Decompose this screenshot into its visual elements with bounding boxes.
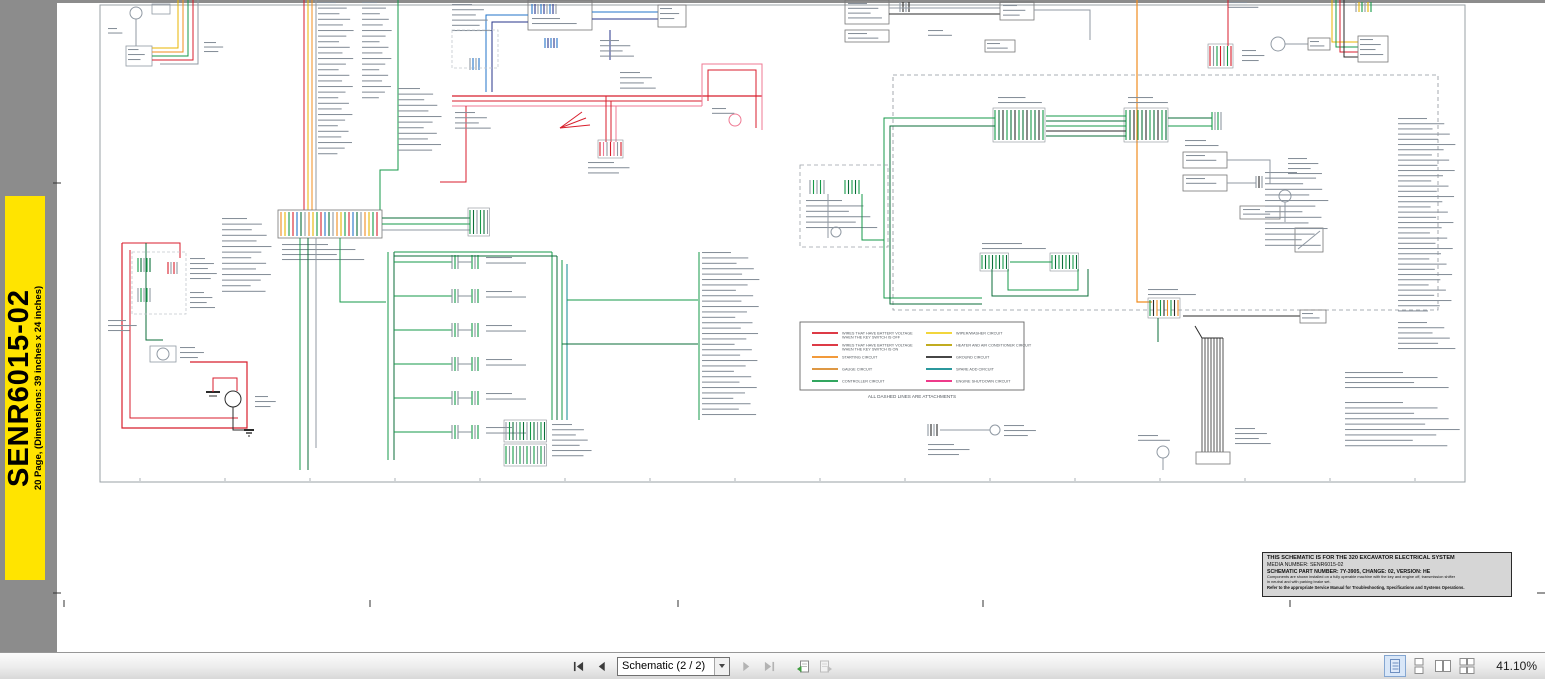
two-page-view-button[interactable] bbox=[1432, 655, 1454, 677]
previous-view-icon bbox=[797, 660, 809, 672]
document-canvas: WIRES THAT HAVE BATTERY VOLTAGE WHEN THE … bbox=[0, 0, 1545, 652]
info-title: THIS SCHEMATIC IS FOR THE 320 EXCAVATOR … bbox=[1267, 555, 1455, 561]
last-page-button[interactable] bbox=[759, 656, 779, 676]
first-page-icon bbox=[573, 661, 583, 671]
page-select-dropdown[interactable]: Schematic (2 / 2) bbox=[617, 656, 730, 676]
info-refer-note: Refer to the appropriate Service Manual … bbox=[1267, 585, 1465, 590]
info-media-number: MEDIA NUMBER: SENR6015-02 bbox=[1267, 562, 1344, 568]
next-view-button[interactable] bbox=[816, 656, 836, 676]
page-select-value: Schematic (2 / 2) bbox=[622, 660, 706, 672]
last-page-icon bbox=[764, 661, 774, 671]
page-navigation-controls: Schematic (2 / 2) bbox=[568, 653, 836, 679]
view-controls: 41.10% bbox=[1384, 653, 1537, 679]
viewer-toolbar: Schematic (2 / 2) 41.10% bbox=[0, 652, 1545, 679]
two-page-continuous-view-button[interactable] bbox=[1456, 655, 1478, 677]
previous-page-icon bbox=[598, 661, 605, 671]
single-page-view-button[interactable] bbox=[1384, 655, 1407, 677]
two-page-view-icon bbox=[1435, 660, 1452, 672]
previous-page-button[interactable] bbox=[591, 656, 611, 676]
next-page-button[interactable] bbox=[736, 656, 756, 676]
banner-title: SENR6015-02 bbox=[3, 289, 35, 487]
previous-view-button[interactable] bbox=[793, 656, 813, 676]
next-page-icon bbox=[742, 661, 749, 671]
application-window: WIRES THAT HAVE BATTERY VOLTAGE WHEN THE … bbox=[0, 0, 1545, 679]
first-page-button[interactable] bbox=[568, 656, 588, 676]
next-view-icon bbox=[820, 660, 832, 672]
zoom-level: 41.10% bbox=[1496, 659, 1537, 673]
schematic-info-box: THIS SCHEMATIC IS FOR THE 320 EXCAVATOR … bbox=[1262, 552, 1512, 597]
chevron-down-icon bbox=[714, 657, 729, 675]
two-page-continuous-view-icon bbox=[1459, 658, 1475, 674]
banner-subtitle: 20 Page, (Dimensions: 39 inches x 24 inc… bbox=[33, 285, 44, 491]
continuous-view-icon bbox=[1414, 658, 1424, 674]
banner-rotated-text: SENR6015-02 20 Page, (Dimensions: 39 inc… bbox=[3, 196, 45, 580]
info-part-number: SCHEMATIC PART NUMBER: 7Y-3905, CHANGE: … bbox=[1267, 568, 1431, 575]
document-label-banner: SENR6015-02 20 Page, (Dimensions: 39 inc… bbox=[3, 196, 45, 580]
continuous-view-button[interactable] bbox=[1408, 655, 1430, 677]
single-page-view-icon bbox=[1390, 659, 1401, 673]
